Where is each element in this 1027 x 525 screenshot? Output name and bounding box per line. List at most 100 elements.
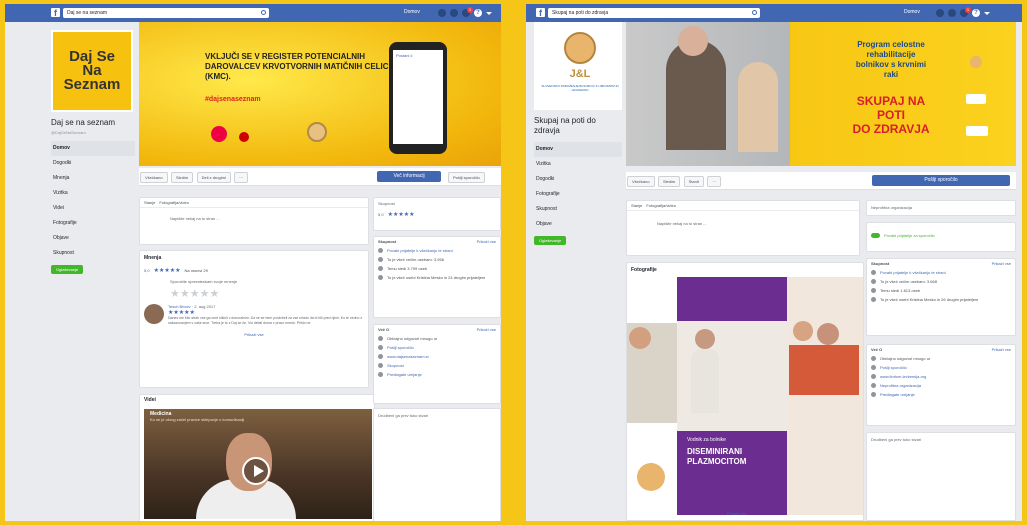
nav-item[interactable]: Vizitka	[51, 186, 135, 201]
cover-line: raki	[883, 70, 899, 79]
chevron-down-icon[interactable]	[486, 12, 492, 15]
top-bar: f Skupaj na poti do zdravja Domov 1 ?	[526, 4, 1022, 22]
see-all-link[interactable]: Prikaži vse	[992, 347, 1011, 352]
partner-logo	[970, 56, 982, 68]
play-icon[interactable]	[242, 457, 270, 485]
video-title: Ko se je okrog začel pravice sklepanje o…	[150, 417, 245, 422]
nav-item[interactable]: Videi	[51, 201, 135, 216]
nav-item[interactable]: Vizitka	[534, 157, 622, 172]
promote-button[interactable]: Oglaševanje	[534, 236, 567, 245]
cover-line: Program celostne	[857, 40, 925, 49]
help-icon[interactable]: ?	[474, 9, 482, 17]
photo-thumbnail[interactable]	[787, 277, 863, 515]
like-button[interactable]: Všečkano	[627, 176, 655, 187]
send-message-button[interactable]: Pošlji sporočilo	[448, 172, 485, 183]
nav-item[interactable]: Mnenja	[51, 171, 135, 186]
cover-photo[interactable]: Program celostne rehabilitacije bolnikov…	[626, 22, 1016, 166]
notifications-icon[interactable]: 1	[960, 7, 971, 17]
nav-item[interactable]: Objave	[534, 217, 622, 232]
nav-item[interactable]: Dogodki	[51, 156, 135, 171]
cover-slogan: POTI	[876, 108, 905, 122]
about-card: Več O Prikaži vse Običajno odgovori mnogo…	[866, 344, 1016, 426]
community-card: Skupnost Prikaži vse Povabi prijatelje k …	[373, 236, 501, 318]
cover-photo[interactable]: VKLJUČI SE V REGISTER POTENCIALNIH DAROV…	[139, 22, 501, 166]
post-composer: Stanje Fotografija/video Napišite nekaj …	[139, 197, 369, 245]
cover-slogan: DO ZDRAVJA	[852, 122, 930, 136]
help-icon[interactable]: ?	[972, 9, 980, 17]
avatar[interactable]	[144, 304, 164, 324]
nav-item[interactable]: Fotografije	[51, 216, 135, 231]
about-card: Več O Prikaži vse Običajno odgovori mnogo…	[373, 324, 501, 404]
brochure-photo[interactable]: Vodnik za bolnike DISEMINIRANI PLAZMOCIT…	[677, 277, 787, 515]
search-icon[interactable]	[261, 10, 266, 15]
related-card: Drudbeni ga prev tuko stvari	[373, 408, 501, 521]
see-all-link[interactable]: Prikaži vse	[477, 239, 496, 244]
promote-button[interactable]: Oglaševanje	[51, 265, 84, 274]
more-button[interactable]: ···	[707, 176, 722, 187]
clock-icon	[378, 336, 383, 341]
videos-card: Videi Medicina Ko se je okrog začel prav…	[139, 394, 375, 521]
nav-item[interactable]: Dogodki	[534, 172, 622, 187]
facebook-logo-icon[interactable]: f	[536, 8, 545, 18]
top-bar: f Daj se na seznam Domov 1 ?	[5, 4, 501, 22]
see-all-link[interactable]: Prikaži vse	[992, 261, 1011, 266]
globe-icon	[871, 374, 876, 379]
nav-item[interactable]: Objave	[51, 231, 135, 246]
page-title[interactable]: Skupaj na poti do zdravja	[534, 116, 622, 136]
right-screenshot: f Skupaj na poti do zdravja Domov 1 ? J&…	[526, 4, 1022, 521]
see-all-photos-link[interactable]: Prikaži vse	[727, 511, 746, 516]
search-icon[interactable]	[752, 10, 757, 15]
video-player[interactable]: Medicina Ko se je okrog začel pravice sk…	[144, 409, 372, 519]
tab-photo-video[interactable]: Fotografija/video	[159, 200, 189, 205]
message-icon	[378, 345, 383, 350]
search-input[interactable]: Daj se na seznam	[63, 8, 269, 18]
share-button[interactable]: Stanit	[683, 176, 704, 187]
page-sidebar: J&L SLOVENSKO ZDRUŽENJE BOLNIKOV Z LIMFO…	[534, 22, 622, 245]
photos-title: Fotografije	[631, 267, 657, 273]
send-message-button[interactable]: Pošlji sporočilo	[872, 175, 1010, 186]
cover-headline: VKLJUČI SE V REGISTER POTENCIALNIH DAROV…	[205, 52, 389, 81]
home-link[interactable]: Domov	[404, 9, 420, 15]
composer-input[interactable]: Napišite nekaj na to stran ...	[140, 208, 368, 229]
tag-icon	[871, 383, 876, 388]
page-title[interactable]: Daj se na seznam	[51, 118, 135, 128]
share-button[interactable]: Deli z drugimi	[196, 172, 231, 183]
rating-stars[interactable]: ★★★★★	[140, 287, 368, 300]
review-text: Danes me bilo strah vse ga cere kliknil …	[168, 316, 363, 325]
friend-requests-icon[interactable]	[936, 9, 944, 17]
see-all-reviews-link[interactable]: Prikaži vse	[140, 330, 368, 337]
messenger-icon[interactable]	[450, 9, 458, 17]
search-input[interactable]: Skupaj na poti do zdravja	[548, 8, 760, 18]
more-button[interactable]: ···	[234, 172, 249, 183]
chevron-down-icon[interactable]	[984, 12, 990, 15]
see-all-link[interactable]: Prikaži vse	[477, 327, 496, 332]
notifications-icon[interactable]: 1	[462, 7, 473, 17]
page-handle: @DajSeNaSeznam	[51, 130, 86, 135]
reviews-card: Mnenja 5,0 ★★★★★ Na osnovi 29 Sporočite op…	[139, 250, 369, 388]
home-link[interactable]: Domov	[904, 9, 920, 15]
facebook-logo-icon[interactable]: f	[51, 8, 60, 18]
nav-item[interactable]: Fotografije	[534, 187, 622, 202]
profile-picture[interactable]: Daj Se Na Seznam	[51, 30, 133, 112]
profile-picture[interactable]: J&L SLOVENSKO ZDRUŽENJE BOLNIKOV Z LIMFO…	[534, 22, 622, 110]
nav-item[interactable]: Domov	[51, 141, 135, 156]
cover-line: bolnikov s krvnimi	[855, 60, 927, 69]
more-info-button[interactable]: Več informacij	[377, 171, 441, 182]
messenger-icon[interactable]	[948, 9, 956, 17]
rating-card: Skupnost 5,0 ★★★★★	[373, 197, 501, 231]
brochure-title: DISEMINIRANI PLAZMOCITOM	[687, 447, 747, 466]
friend-requests-icon[interactable]	[438, 9, 446, 17]
follow-button[interactable]: Sledim	[170, 172, 194, 183]
category-card: Neprofitna organizacija	[866, 200, 1016, 216]
composer-input[interactable]: Napišite nekaj na to stran ...	[627, 211, 859, 236]
toggle-icon[interactable]	[871, 233, 880, 238]
tab-status[interactable]: Stanje	[144, 200, 155, 205]
tab-status[interactable]: Stanje	[631, 203, 642, 208]
nav-item[interactable]: Skupnost	[534, 202, 622, 217]
nav-item[interactable]: Domov	[534, 142, 622, 157]
association-emblem	[637, 463, 665, 491]
tab-photo-video[interactable]: Fotografija/video	[646, 203, 676, 208]
follow-button[interactable]: Sledim	[657, 176, 681, 187]
nav-item[interactable]: Skupnost	[51, 246, 135, 261]
like-button[interactable]: Všečkano	[140, 172, 168, 183]
